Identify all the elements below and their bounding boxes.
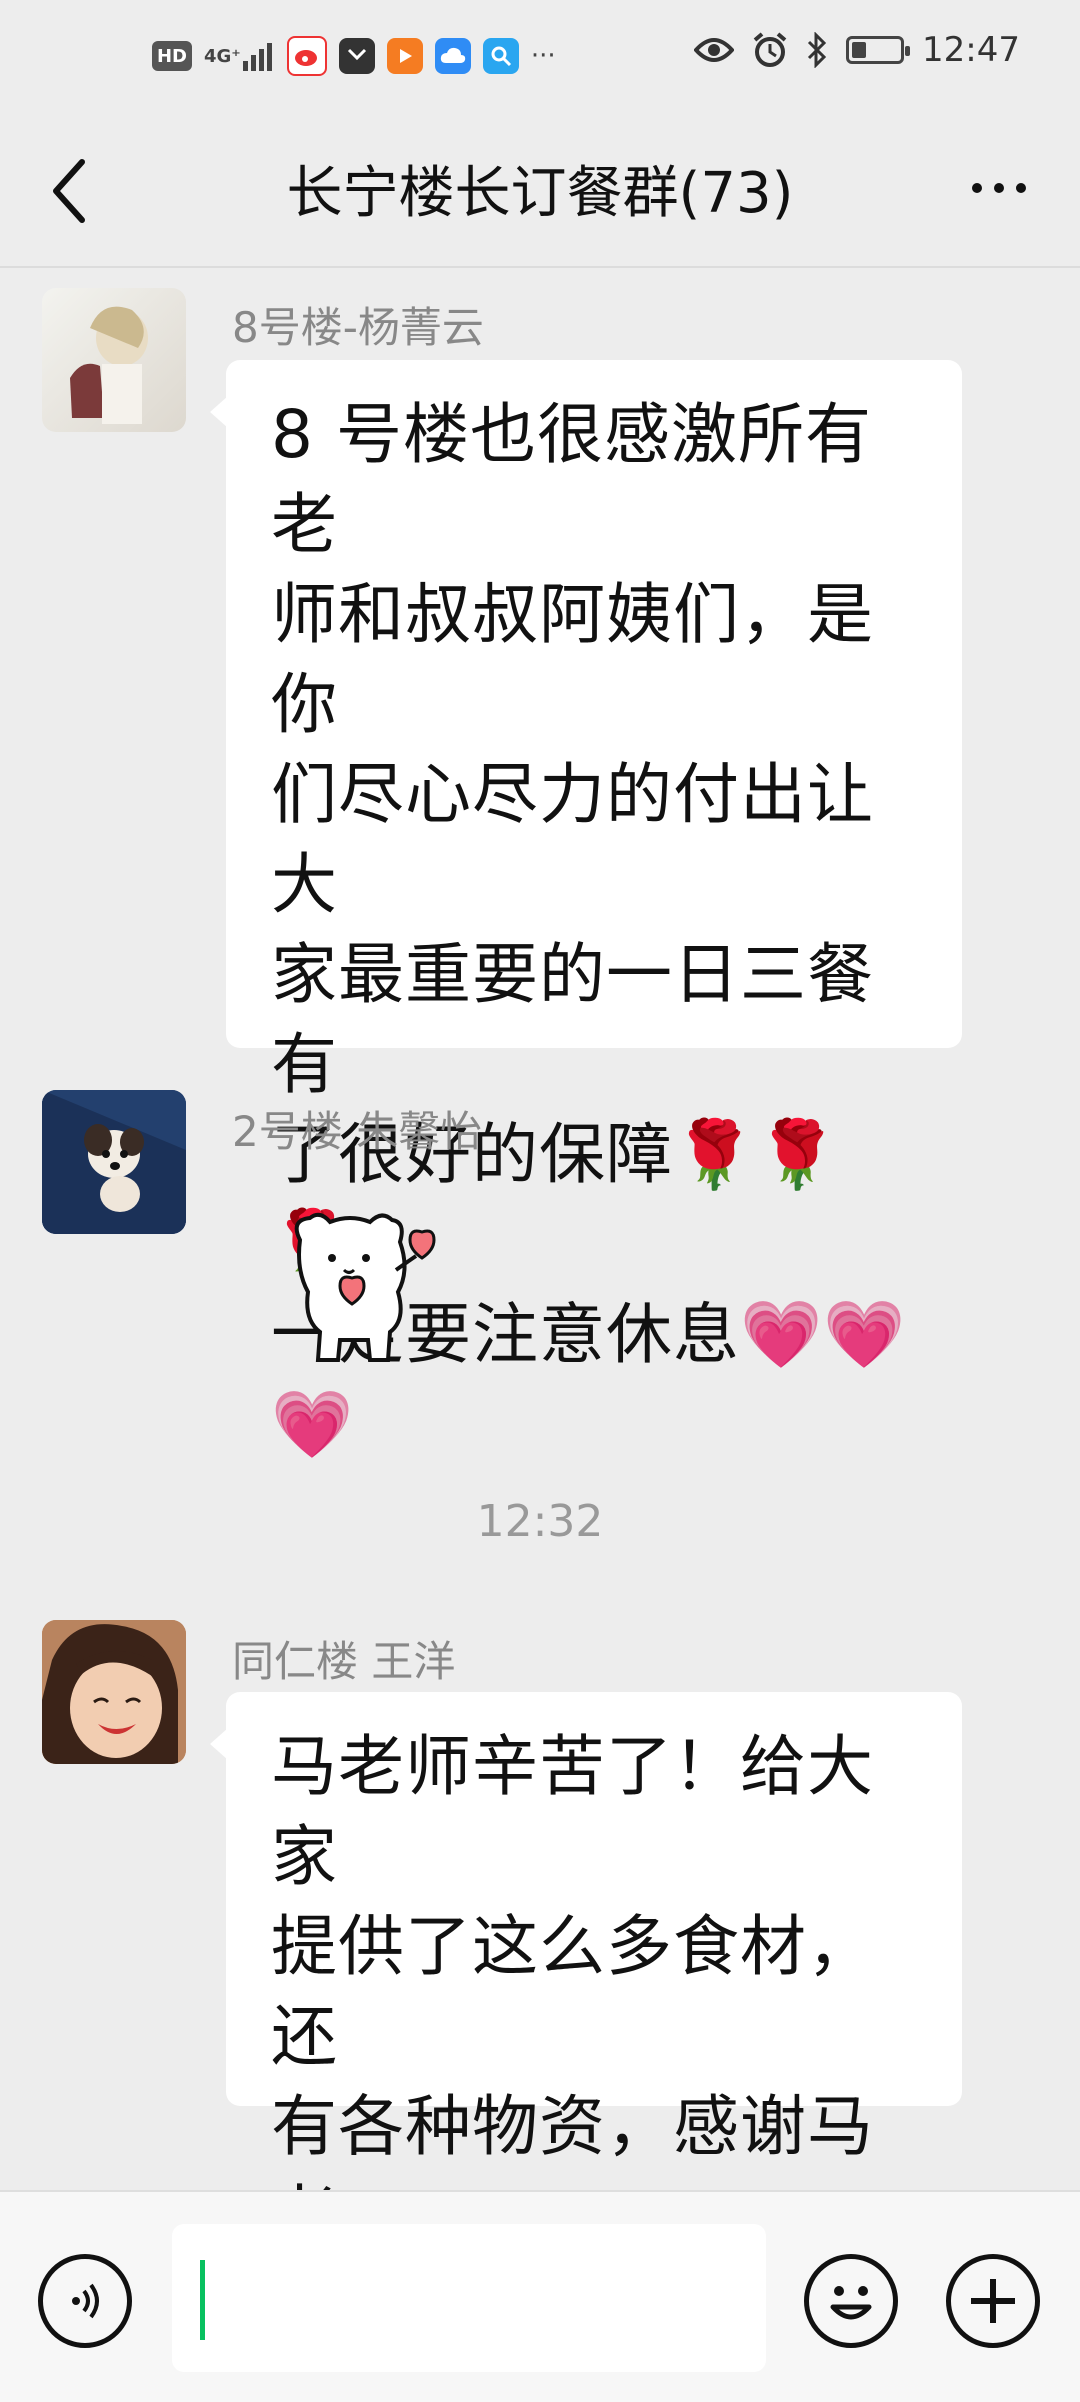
eye-icon [694, 38, 735, 62]
weibo-icon [286, 36, 327, 76]
more-options-button[interactable] [954, 158, 1044, 218]
video-icon [386, 38, 423, 74]
status-bar: HD 4G⁺ ··· 12:47 [0, 0, 1080, 118]
input-bar [0, 2190, 1080, 2402]
clock-time: 12:47 [922, 30, 1020, 70]
message-bubble[interactable]: 马老师辛苦了！给大家 提供了这么多食材，还 有各种物资，感谢马老 师🌹🌹🌹 [210, 1692, 962, 2345]
sender-name: 8号楼-杨菁云 [232, 303, 484, 352]
signal-label: 4G⁺ [204, 45, 241, 67]
message-bubble[interactable]: 8 号楼也很感激所有老 师和叔叔阿姨们，是你 们尽心尽力的付出让大 家最重要的一… [210, 360, 962, 1463]
cloud-icon [434, 38, 471, 74]
bluetooth-icon [807, 32, 827, 68]
plus-button[interactable] [946, 2254, 1040, 2348]
more-dot-icon [972, 183, 982, 193]
avatar[interactable] [42, 288, 186, 432]
message-input[interactable] [172, 2224, 766, 2372]
emoji-icon [830, 2286, 872, 2320]
battery-fill [852, 42, 866, 58]
search-icon [482, 38, 519, 74]
more-status-indicator: ··· [530, 41, 556, 71]
status-left-icons: HD 4G⁺ ··· [152, 36, 556, 76]
chat-title: 长宁楼长订餐群(73) [286, 161, 794, 226]
battery-icon [846, 36, 911, 64]
signal-icon: 4G⁺ [204, 38, 275, 74]
text-cursor [200, 2260, 205, 2340]
huawei-icon [338, 38, 375, 74]
message-timestamp: 12:32 [476, 1496, 604, 1547]
avatar[interactable] [42, 1090, 186, 1234]
more-dot-icon [994, 183, 1004, 193]
bear-heart-sticker[interactable] [270, 1200, 470, 1380]
chat-header: 长宁楼长订餐群(73) [0, 118, 1080, 268]
voice-button[interactable] [38, 2254, 132, 2348]
hd-icon: HD [152, 41, 192, 71]
header-divider [0, 266, 1080, 268]
sender-name: 2号楼 朱馨怡 [232, 1107, 483, 1156]
emoji-button[interactable] [804, 2254, 898, 2348]
more-dot-icon [1016, 183, 1026, 193]
voice-icon [72, 2283, 99, 2319]
status-right-icons: 12:47 [694, 30, 1020, 70]
alarm-icon [753, 32, 787, 67]
avatar[interactable] [42, 1620, 186, 1764]
sender-name: 同仁楼 王洋 [232, 1637, 456, 1686]
